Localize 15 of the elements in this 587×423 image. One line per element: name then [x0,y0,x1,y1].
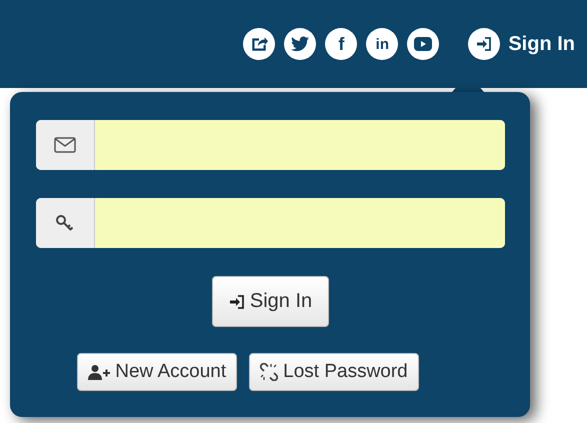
new-account-button[interactable]: New Account [77,353,238,391]
sign-in-link[interactable]: Sign In [468,28,575,60]
twitter-icon[interactable] [284,28,316,60]
facebook-icon[interactable]: f [325,28,358,60]
add-user-icon [88,364,110,380]
sign-in-icon [476,36,492,52]
lost-password-button[interactable]: Lost Password [249,353,419,391]
broken-chain-icon [260,363,278,381]
youtube-icon[interactable] [407,28,440,60]
sign-in-button[interactable]: Sign In [212,276,330,327]
linkedin-icon[interactable]: in [366,28,398,60]
sign-in-icon [228,294,245,310]
share-icon[interactable] [243,28,276,60]
envelope-icon [54,137,76,153]
key-icon [55,213,76,233]
